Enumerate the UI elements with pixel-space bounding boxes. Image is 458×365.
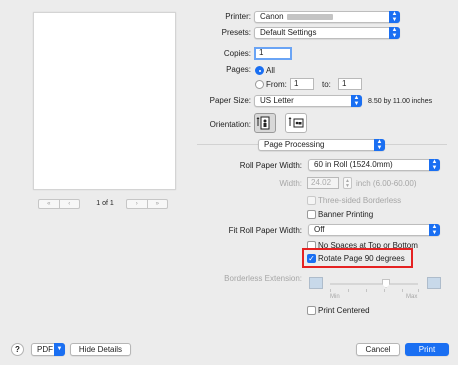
- paper-size-value: US Letter: [260, 96, 294, 105]
- orientation-landscape-button[interactable]: [285, 113, 307, 133]
- preview-back-buttons[interactable]: « ‹: [38, 199, 80, 209]
- banner-printing-label: Banner Printing: [318, 210, 374, 219]
- chevron-updown-icon: ▲ ▼: [429, 224, 440, 236]
- pages-to-field[interactable]: 1: [338, 78, 362, 90]
- slider-tick: [348, 289, 349, 292]
- slider-tick: [418, 289, 419, 292]
- printer-value: Canon: [260, 12, 284, 21]
- roll-paper-width-value: 60 in Roll (1524.0mm): [314, 160, 393, 169]
- chevron-right-icon[interactable]: ›: [127, 200, 147, 208]
- section-popup[interactable]: Page Processing ▲ ▼: [258, 139, 385, 151]
- paper-size-dimensions: 8.50 by 11.00 inches: [368, 98, 433, 105]
- pages-from-radio[interactable]: [255, 80, 264, 89]
- width-stepper[interactable]: ▲ ▼: [343, 177, 352, 189]
- pdf-label: PDF: [37, 345, 53, 354]
- width-unit-range: inch (6.00-60.00): [356, 179, 417, 188]
- pdf-button[interactable]: PDF ▼: [31, 343, 65, 356]
- cancel-button[interactable]: Cancel: [356, 343, 400, 356]
- copies-field[interactable]: 1: [254, 47, 292, 60]
- orientation-label: Orientation:: [209, 120, 251, 129]
- printer-popup[interactable]: Canon ▲ ▼: [254, 11, 400, 23]
- presets-value: Default Settings: [260, 28, 317, 37]
- chevron-updown-icon: ▲ ▼: [351, 95, 362, 107]
- presets-label: Presets:: [221, 28, 251, 37]
- fit-roll-paper-width-label: Fit Roll Paper Width:: [228, 226, 302, 235]
- three-sided-borderless-label: Three-sided Borderless: [318, 196, 402, 205]
- roll-paper-width-label: Roll Paper Width:: [239, 161, 302, 170]
- slider-tick: [384, 289, 385, 292]
- pages-label: Pages:: [226, 65, 251, 74]
- roll-paper-width-popup[interactable]: 60 in Roll (1524.0mm) ▲ ▼: [308, 159, 440, 171]
- landscape-icon: [288, 117, 304, 128]
- width-field[interactable]: 24.02: [307, 177, 339, 189]
- section-value: Page Processing: [264, 140, 325, 149]
- chevron-updown-icon: ▲ ▼: [389, 27, 400, 39]
- chevron-down-icon: ▼: [54, 343, 65, 356]
- slider-min-label: Min: [330, 294, 340, 300]
- redacted-block: [286, 13, 333, 20]
- borderless-extension-label: Borderless Extension:: [224, 274, 302, 283]
- slider-knob[interactable]: [382, 279, 390, 288]
- paper-size-popup[interactable]: US Letter ▲ ▼: [254, 95, 362, 107]
- chevron-updown-icon: ▲ ▼: [429, 159, 440, 171]
- paper-size-label: Paper Size:: [209, 96, 251, 105]
- chevron-updown-icon: ▲ ▼: [389, 11, 400, 23]
- presets-popup[interactable]: Default Settings ▲ ▼: [254, 27, 400, 39]
- preview-forward-buttons[interactable]: › »: [126, 199, 168, 209]
- copies-label: Copies:: [223, 49, 251, 58]
- pages-all-radio[interactable]: [255, 66, 264, 75]
- borderless-extension-slider[interactable]: [330, 283, 418, 285]
- double-chevron-right-icon[interactable]: »: [146, 200, 168, 208]
- orientation-portrait-button[interactable]: [254, 113, 276, 133]
- print-centered-checkbox[interactable]: [307, 306, 316, 315]
- rotate-page-label: Rotate Page 90 degrees: [318, 254, 405, 263]
- page-indicator: 1 of 1: [96, 200, 114, 207]
- banner-printing-checkbox[interactable]: [307, 210, 316, 219]
- fit-roll-paper-width-value: Off: [314, 225, 325, 234]
- extension-min-icon: [309, 277, 323, 289]
- pages-from-field[interactable]: 1: [290, 78, 314, 90]
- pages-all-label: All: [266, 66, 275, 75]
- three-sided-borderless-checkbox[interactable]: [307, 196, 316, 205]
- pages-from-label: From:: [266, 80, 287, 89]
- slider-max-label: Max: [406, 294, 418, 300]
- fit-roll-paper-width-popup[interactable]: Off ▲ ▼: [308, 224, 440, 236]
- hide-details-button[interactable]: Hide Details: [70, 343, 131, 356]
- double-chevron-left-icon[interactable]: «: [39, 200, 59, 208]
- pages-to-label: to:: [322, 80, 331, 89]
- help-button[interactable]: ?: [11, 343, 24, 356]
- width-label: Width:: [279, 179, 302, 188]
- rotate-page-checkbox[interactable]: ✓: [307, 254, 316, 263]
- portrait-icon: [256, 116, 270, 130]
- chevron-updown-icon: ▲ ▼: [374, 139, 385, 151]
- slider-tick: [402, 289, 403, 292]
- slider-tick: [366, 289, 367, 292]
- print-centered-label: Print Centered: [318, 306, 370, 315]
- printer-label: Printer:: [225, 12, 251, 21]
- extension-max-icon: [427, 277, 441, 289]
- page-preview: [33, 12, 176, 190]
- chevron-left-icon[interactable]: ‹: [58, 200, 80, 208]
- print-button[interactable]: Print: [405, 343, 449, 356]
